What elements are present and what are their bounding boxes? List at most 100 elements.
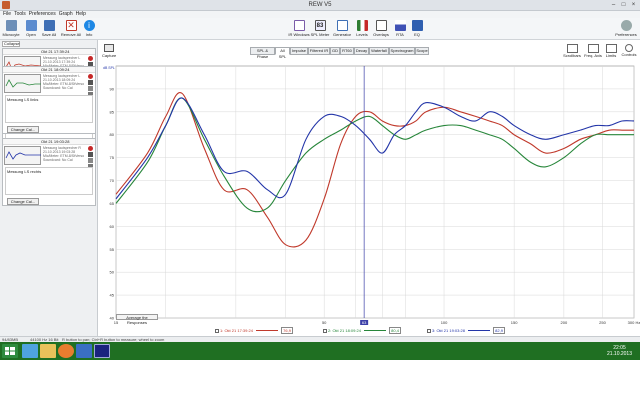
microcyte-button[interactable]: Microcyte <box>2 20 20 37</box>
generator-button[interactable]: Generator <box>332 20 352 37</box>
y-tick-label: 45 <box>110 293 115 298</box>
eq-button[interactable]: EQ <box>410 20 424 37</box>
change-cal-button[interactable]: Change Cal... <box>7 126 39 133</box>
legend-item-3[interactable]: 3: Okt 21 19:03:28 82,9 <box>427 327 505 334</box>
save-icon[interactable] <box>88 152 93 157</box>
legend-checkbox[interactable] <box>323 328 327 333</box>
controls-button[interactable]: Controls <box>619 44 639 57</box>
legend-item-2[interactable]: 2: Okt 21 18:09:24 80,4 <box>323 327 401 334</box>
generator-icon <box>336 20 348 31</box>
camera-icon <box>104 44 115 52</box>
ir-windows-button[interactable]: IR Windows <box>288 20 310 37</box>
explorer-taskbar-icon[interactable] <box>40 344 56 358</box>
remove-icon[interactable] <box>88 146 93 151</box>
measurement-thumbnail[interactable] <box>4 146 41 165</box>
folder-icon <box>25 20 37 31</box>
measurement-notes[interactable]: Messung LS rechts <box>5 167 93 195</box>
remove-icon[interactable] <box>88 56 93 61</box>
x-tick-label: 100 <box>441 320 448 325</box>
preferences-button[interactable]: Preferences <box>614 20 638 37</box>
spl-meter-button[interactable]: 83 SPL Meter <box>310 20 330 37</box>
measurement-info: Messung lautsprecher R 21.10.2013 19:03:… <box>43 146 85 162</box>
menu-tools[interactable]: Tools <box>14 11 26 18</box>
rta-button[interactable]: RTA <box>392 20 408 37</box>
levels-icon <box>356 20 368 31</box>
ir-windows-icon <box>293 20 305 31</box>
tab-impulse[interactable]: Impulse <box>290 47 308 55</box>
start-button[interactable] <box>2 344 18 358</box>
empty-area <box>0 360 640 400</box>
scrollbars-button[interactable]: Scrollbars <box>562 44 582 58</box>
save-all-button[interactable]: Save All <box>40 20 58 37</box>
tab-all-spl[interactable]: All SPL <box>275 47 290 59</box>
taskbar: 22:05 21.10.2013 <box>0 342 640 360</box>
legend-checkbox[interactable] <box>215 328 219 333</box>
tab-decay[interactable]: Decay <box>354 47 369 55</box>
capture-button[interactable]: Capture <box>102 44 116 58</box>
system-clock[interactable]: 22:05 21.10.2013 <box>607 345 632 357</box>
rew-taskbar-icon[interactable] <box>94 344 110 358</box>
window-title: REW V5 <box>308 2 332 8</box>
legend-line-1 <box>256 330 279 331</box>
measurement-notes[interactable]: Messung LS links <box>5 95 93 123</box>
y-axis-label: dB SPL <box>103 66 115 70</box>
tab-filtered-ir[interactable]: Filtered IR <box>308 47 330 55</box>
overlays-button[interactable]: Overlays <box>372 20 390 37</box>
measurement-thumbnail[interactable] <box>4 74 41 93</box>
scrollbars-icon <box>566 44 578 53</box>
spl-chart[interactable]: 4045505560657075808590dB SPL 15 50 100 150 2… <box>100 62 640 332</box>
lock-icon[interactable] <box>88 158 93 163</box>
plot-area <box>115 65 635 319</box>
y-tick-label: 75 <box>110 155 115 160</box>
tab-scope[interactable]: Scope <box>415 47 429 55</box>
legend-checkbox[interactable] <box>427 328 431 333</box>
open-button[interactable]: Open <box>22 20 40 37</box>
y-tick-label: 80 <box>110 132 115 137</box>
info-button[interactable]: i Info <box>82 20 96 37</box>
y-tick-label: 90 <box>110 86 115 91</box>
save-icon[interactable] <box>88 80 93 85</box>
info-icon: i <box>83 20 95 31</box>
firefox-taskbar-icon[interactable] <box>58 344 74 358</box>
limits-button[interactable]: Limits <box>604 44 618 58</box>
measurement-card-2[interactable]: Okt 21 18:09:24 Messung lautsprecher L 2… <box>2 66 96 134</box>
tab-gd[interactable]: GD <box>330 47 340 55</box>
save-icon <box>43 20 55 31</box>
tab-waterfall[interactable]: Waterfall <box>369 47 389 55</box>
menu-help[interactable]: Help <box>76 11 86 18</box>
lock-icon[interactable] <box>88 86 93 91</box>
legend-line-3 <box>468 330 491 331</box>
remove-icon[interactable] <box>88 74 93 79</box>
remove-all-button[interactable]: ✕ Remove All <box>60 20 82 37</box>
measurement-date: Okt 21 18:09:24 <box>3 67 95 73</box>
x-tick-label: 150 <box>511 320 518 325</box>
collapse-select[interactable]: Collapse <box>2 41 20 47</box>
menu-preferences[interactable]: Preferences <box>29 11 56 18</box>
y-tick-label: 65 <box>110 201 115 206</box>
y-tick-label: 85 <box>110 109 115 114</box>
app-icon <box>2 1 10 9</box>
close-button[interactable]: × <box>629 1 638 9</box>
tab-rt60[interactable]: RT60 <box>340 47 354 55</box>
measurement-date: Okt 21 17:39:24 <box>3 49 95 55</box>
measurement-card-3[interactable]: Okt 21 19:03:28 Messung lautsprecher R 2… <box>2 138 96 206</box>
spl-graph[interactable]: 40 45 50 55 60 65 70 75 80 85 90 dB SPL 15 50 100 150 2… <box>100 62 640 332</box>
player-taskbar-icon[interactable] <box>76 344 92 358</box>
y-tick-label: 50 <box>110 270 115 275</box>
tab-spl-phase[interactable]: SPL & Phase <box>250 47 275 59</box>
average-responses-button[interactable]: Average the Responses <box>116 314 158 325</box>
freq-axis-icon <box>587 44 599 53</box>
minimize-button[interactable]: – <box>609 1 618 9</box>
ie-taskbar-icon[interactable] <box>22 344 38 358</box>
freq-axis-button[interactable]: Freq. Axis <box>583 44 603 58</box>
menu-file[interactable]: File <box>3 11 11 18</box>
menu-graph[interactable]: Graph <box>59 11 73 18</box>
eq-icon <box>411 20 423 31</box>
x-tick-label: 300 Hz <box>628 320 640 325</box>
levels-button[interactable]: Levels <box>354 20 370 37</box>
change-cal-button[interactable]: Change Cal... <box>7 198 39 205</box>
tab-spectrogram[interactable]: Spectrogram <box>389 47 415 55</box>
legend-item-1[interactable]: 1: Okt 21 17:39:24 76,9 <box>215 327 293 334</box>
rta-icon <box>394 20 406 31</box>
maximize-button[interactable]: □ <box>619 1 628 9</box>
